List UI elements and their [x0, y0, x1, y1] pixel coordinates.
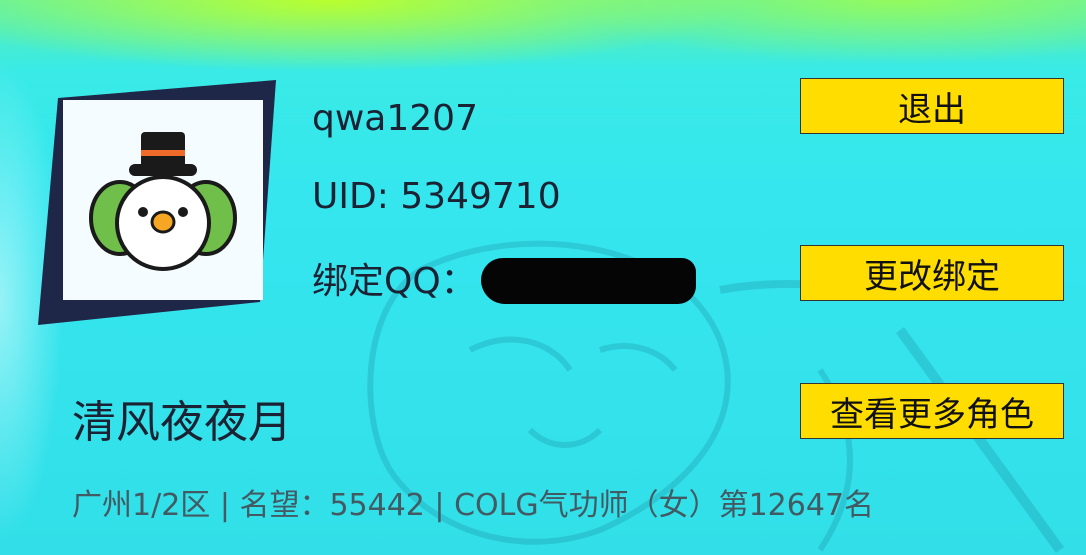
avatar — [63, 100, 263, 300]
snowman-avatar-icon — [89, 132, 237, 271]
uid-line: UID: 5349710 — [312, 176, 561, 217]
logout-button[interactable]: 退出 — [800, 78, 1064, 134]
username: qwa1207 — [312, 98, 478, 139]
role-meta: 广州1/2区 | 名望：55442 | COLG气功师（女）第12647名 — [72, 488, 875, 523]
bind-qq-line: 绑定QQ： — [312, 252, 696, 306]
change-binding-button[interactable]: 更改绑定 — [800, 245, 1064, 301]
uid-value: 5349710 — [400, 176, 561, 217]
bind-qq-label: 绑定QQ： — [312, 261, 477, 302]
view-more-roles-button[interactable]: 查看更多角色 — [800, 383, 1064, 439]
role-name: 清风夜夜月 — [72, 397, 292, 448]
bind-qq-redaction — [480, 258, 696, 304]
uid-label: UID: — [312, 176, 401, 217]
